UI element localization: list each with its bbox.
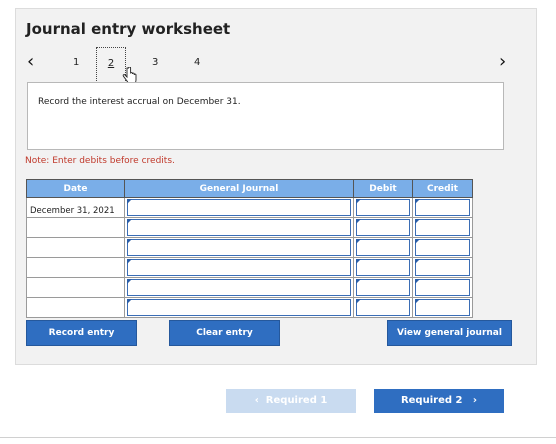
credit-input[interactable] — [415, 299, 470, 316]
date-text — [27, 246, 30, 256]
bottom-divider — [0, 437, 556, 438]
required-1-label: Required 1 — [265, 395, 328, 406]
table-row — [26, 257, 473, 278]
account-input[interactable] — [127, 219, 351, 236]
step-3[interactable]: 3 — [152, 57, 158, 68]
account-cell — [124, 237, 354, 258]
table-row: December 31, 2021 — [26, 197, 473, 218]
date-cell: December 31, 2021 — [26, 197, 125, 218]
date-text — [27, 266, 30, 276]
date-cell — [26, 217, 125, 238]
credit-cell — [412, 217, 473, 238]
table-row — [26, 297, 473, 318]
debit-header: Debit — [353, 179, 413, 198]
account-input[interactable] — [127, 279, 351, 296]
required-2-button[interactable]: Required 2 › — [374, 389, 504, 413]
date-text — [27, 226, 30, 236]
debit-input[interactable] — [356, 239, 410, 256]
credit-cell — [412, 297, 473, 318]
credit-header: Credit — [412, 179, 473, 198]
credit-cell — [412, 237, 473, 258]
debit-input[interactable] — [356, 259, 410, 276]
date-cell — [26, 297, 125, 318]
account-cell — [124, 297, 354, 318]
account-cell — [124, 257, 354, 278]
debit-input[interactable] — [356, 279, 410, 296]
instruction-text: Record the interest accrual on December … — [38, 97, 241, 107]
worksheet-title: Journal entry worksheet — [26, 20, 231, 38]
step-4[interactable]: 4 — [194, 57, 200, 68]
required-1-button[interactable]: ‹ Required 1 — [226, 389, 356, 413]
chevron-right-icon: › — [472, 395, 478, 406]
debit-input[interactable] — [356, 199, 410, 216]
credit-input[interactable] — [415, 199, 470, 216]
prev-step-icon[interactable]: ‹ — [27, 53, 34, 71]
record-entry-button[interactable]: Record entry — [26, 320, 137, 346]
journal-table: Date General Journal Debit Credit Decemb… — [26, 179, 473, 318]
credit-input[interactable] — [415, 239, 470, 256]
date-text: December 31, 2021 — [30, 206, 115, 216]
date-cell — [26, 277, 125, 298]
table-header-row: Date General Journal Debit Credit — [26, 179, 473, 198]
instruction-box: Record the interest accrual on December … — [27, 82, 504, 150]
required-2-label: Required 2 — [400, 395, 463, 406]
debit-cell — [353, 277, 413, 298]
chevron-left-icon: ‹ — [254, 395, 259, 406]
debit-cell — [353, 237, 413, 258]
debit-cell — [353, 217, 413, 238]
account-input[interactable] — [127, 299, 351, 316]
date-cell — [26, 237, 125, 258]
debit-credit-note: Note: Enter debits before credits. — [25, 156, 175, 166]
table-row — [26, 217, 473, 238]
credit-input[interactable] — [415, 219, 470, 236]
account-input[interactable] — [127, 199, 351, 216]
date-header: Date — [26, 179, 125, 198]
credit-cell — [412, 277, 473, 298]
view-general-journal-button[interactable]: View general journal — [387, 320, 512, 346]
account-cell — [124, 197, 354, 218]
credit-cell — [412, 257, 473, 278]
debit-cell — [353, 297, 413, 318]
journal-entry-panel: Journal entry worksheet ‹ 1 2 3 4 › Reco… — [15, 8, 537, 365]
account-cell — [124, 277, 354, 298]
credit-input[interactable] — [415, 279, 470, 296]
clear-entry-button[interactable]: Clear entry — [169, 320, 280, 346]
debit-input[interactable] — [356, 219, 410, 236]
table-row — [26, 237, 473, 258]
debit-input[interactable] — [356, 299, 410, 316]
account-input[interactable] — [127, 259, 351, 276]
table-row — [26, 277, 473, 298]
date-text — [27, 306, 30, 316]
credit-input[interactable] — [415, 259, 470, 276]
date-cell — [26, 257, 125, 278]
next-step-icon[interactable]: › — [499, 53, 506, 71]
account-cell — [124, 217, 354, 238]
debit-cell — [353, 197, 413, 218]
step-1[interactable]: 1 — [73, 57, 79, 68]
account-input[interactable] — [127, 239, 351, 256]
debit-cell — [353, 257, 413, 278]
date-text — [27, 286, 30, 296]
general-journal-header: General Journal — [124, 179, 354, 198]
credit-cell — [412, 197, 473, 218]
